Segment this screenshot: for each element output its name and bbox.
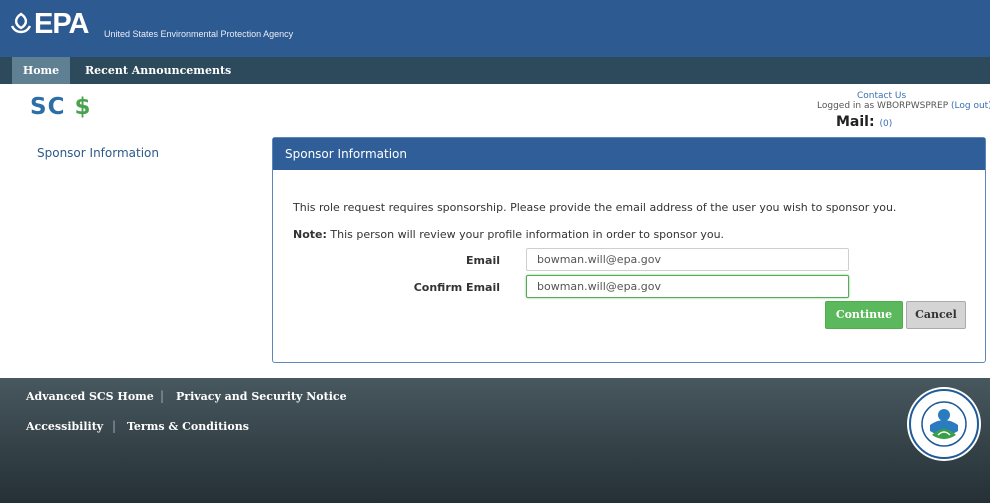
email-label: Email [466, 254, 500, 267]
sponsorship-intro: This role request requires sponsorship. … [293, 201, 897, 214]
epa-logo[interactable]: EPA [10, 8, 89, 41]
footer-separator: | [160, 389, 165, 403]
tab-recent-announcements[interactable]: Recent Announcements [85, 57, 231, 84]
mail-label: Mail: [836, 114, 875, 130]
email-field[interactable]: bowman.will@epa.gov [526, 248, 849, 271]
epa-seal-icon [907, 387, 981, 461]
scs-logo-dollar: $ [74, 94, 92, 120]
footer-separator: | [112, 419, 117, 433]
confirm-email-field[interactable]: bowman.will@epa.gov [526, 275, 849, 298]
logged-in-status: Logged in as WBORPWSPREP (Log out) [817, 101, 990, 111]
site-header: EPA United States Environmental Protecti… [0, 0, 990, 57]
contact-us-link[interactable]: Contact Us [857, 91, 906, 101]
sponsorship-note: Note: This person will review your profi… [293, 228, 724, 241]
tab-home[interactable]: Home [12, 57, 70, 84]
note-text: This person will review your profile inf… [330, 228, 725, 241]
cancel-button[interactable]: Cancel [906, 301, 966, 329]
footer-link-terms-conditions[interactable]: Terms & Conditions [127, 420, 249, 433]
footer-link-privacy-security[interactable]: Privacy and Security Notice [176, 390, 347, 403]
sidebar-item-sponsor-information[interactable]: Sponsor Information [37, 146, 159, 160]
mail-indicator: Mail: (0) [836, 114, 892, 130]
continue-button[interactable]: Continue [825, 301, 903, 329]
footer-link-advanced-scs-home[interactable]: Advanced SCS Home [26, 390, 154, 403]
note-label: Note: [293, 228, 327, 241]
confirm-email-label: Confirm Email [413, 281, 500, 294]
panel-title: Sponsor Information [273, 138, 985, 170]
scs-logo-text: SC [30, 94, 66, 120]
sponsor-information-panel: Sponsor Information This role request re… [272, 137, 986, 363]
mail-count-link[interactable]: (0) [879, 119, 892, 129]
username: WBORPWSPREP [877, 101, 949, 111]
agency-name: United States Environmental Protection A… [104, 29, 294, 39]
logout-link[interactable]: (Log out) [951, 101, 990, 111]
epa-logo-text: EPA [34, 8, 89, 40]
scs-logo[interactable]: SC $ [30, 94, 91, 120]
epa-flower-icon [10, 12, 32, 33]
logged-in-prefix: Logged in as [817, 101, 875, 111]
footer-link-accessibility[interactable]: Accessibility [26, 420, 103, 433]
